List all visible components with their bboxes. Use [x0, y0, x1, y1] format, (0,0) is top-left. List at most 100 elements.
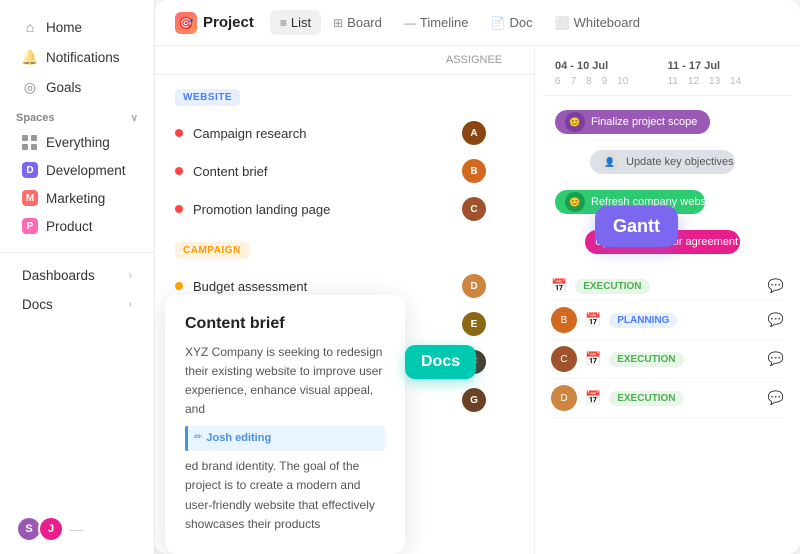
timeline-tab-icon: ― — [404, 16, 416, 30]
gantt-avatar-1: 😊 — [565, 112, 585, 132]
task-assignee: A — [434, 121, 514, 145]
doc-tab-icon: 📄 — [491, 16, 506, 30]
task-assignee: B — [434, 159, 514, 183]
tab-timeline[interactable]: ― Timeline — [394, 10, 479, 35]
assignee-avatar: G — [462, 388, 486, 412]
bottom-chevron-docs: › — [129, 299, 132, 310]
task-bullet — [175, 282, 183, 290]
week-label-2: 11 - 17 Jul — [668, 60, 781, 72]
board-tab-icon: ⊞ — [333, 16, 343, 30]
sidebar-footer: SJ — — [0, 516, 155, 542]
sidebar-bottom-dashboards[interactable]: Dashboards › — [6, 261, 148, 290]
space-label-marketing: Marketing — [46, 191, 105, 206]
sidebar-nav-label-home: Home — [46, 20, 82, 35]
spaces-chevron: ∨ — [131, 113, 138, 124]
board-tab-label: Board — [347, 15, 382, 30]
task-name: Promotion landing page — [193, 202, 434, 217]
goals-icon: ◎ — [22, 79, 38, 95]
task-assignee: E — [434, 312, 514, 336]
project-icon: 🎯 — [175, 12, 197, 34]
gantt-avatar-3: 😊 — [565, 192, 585, 212]
sidebar-footer-avatar: J — [38, 516, 64, 542]
sidebar-nav-notifications[interactable]: 🔔 Notifications — [6, 42, 148, 72]
assignee-avatar: E — [462, 312, 486, 336]
sidebar-space-product[interactable]: P Product — [6, 212, 148, 240]
tab-board[interactable]: ⊞ Board — [323, 10, 392, 35]
task-assignee: C — [434, 197, 514, 221]
gantt-detail-row-4: D 📅 EXECUTION 💬 — [551, 379, 784, 418]
col-assignee-header: ASSIGNEE — [434, 54, 514, 66]
gantt-week-1: 04 - 10 Jul 6 7 8 9 10 — [555, 60, 668, 87]
tab-list[interactable]: ≡ List — [270, 10, 321, 35]
gantt-area: 04 - 10 Jul 6 7 8 9 10 11 - 17 Jul — [535, 46, 800, 554]
docs-card-body: XYZ Company is seeking to redesign their… — [185, 343, 385, 534]
detail-icon-1: 📅 — [551, 278, 567, 294]
product-icon: P — [22, 218, 38, 234]
sidebar-space-development[interactable]: D Development — [6, 156, 148, 184]
task-bullet — [175, 167, 183, 175]
status-badge-execution-3: EXECUTION — [609, 391, 683, 406]
bottom-label-docs: Docs — [22, 297, 53, 312]
sidebar-nav-goals[interactable]: ◎ Goals — [6, 72, 148, 102]
edit-icon: ✏ — [194, 430, 202, 446]
detail-icon-4: 📅 — [585, 390, 601, 406]
gantt-detail-row-2: B 📅 PLANNING 💬 — [551, 301, 784, 340]
chat-icon-1: 💬 — [768, 278, 784, 294]
assignee-avatar: C — [462, 197, 486, 221]
gantt-avatar-2: 👤 — [600, 152, 620, 172]
timeline-tab-label: Timeline — [420, 15, 469, 30]
week-days-2: 11 12 13 14 — [668, 76, 781, 87]
topbar: 🎯 Project ≡ List ⊞ Board ― Timeline 📄 Do… — [155, 0, 800, 46]
task-row[interactable]: Promotion landing page C — [155, 190, 534, 228]
section-label-campaign: CAMPAIGN — [175, 242, 249, 259]
assignee-avatar: B — [462, 159, 486, 183]
task-bullet — [175, 129, 183, 137]
gantt-week-2: 11 - 17 Jul 11 12 13 14 — [668, 60, 781, 87]
main-area: 🎯 Project ≡ List ⊞ Board ― Timeline 📄 Do… — [155, 0, 800, 554]
task-name: Budget assessment — [193, 279, 434, 294]
gantt-bar-text-1: Finalize project scope — [591, 116, 697, 128]
gantt-header: 04 - 10 Jul 6 7 8 9 10 11 - 17 Jul — [543, 52, 792, 96]
sidebar-space-marketing[interactable]: M Marketing — [6, 184, 148, 212]
spaces-label: Spaces — [16, 112, 55, 124]
sidebar-bottom-docs[interactable]: Docs › — [6, 290, 148, 319]
task-name: Campaign research — [193, 126, 434, 141]
bottom-chevron-dashboards: › — [129, 270, 132, 281]
whiteboard-tab-icon: ⬜ — [555, 16, 570, 30]
gantt-detail-row-1: 📅 EXECUTION 💬 — [551, 272, 784, 301]
gantt-detail-row-3: C 📅 EXECUTION 💬 — [551, 340, 784, 379]
docs-floating-badge: Docs — [405, 345, 476, 379]
chat-icon-4: 💬 — [768, 390, 784, 406]
gantt-detail-section: 📅 EXECUTION 💬 B 📅 PLANNING 💬 C � — [543, 272, 792, 418]
gantt-bar-text-2: Update key objectives — [626, 156, 734, 168]
sidebar-space-everything[interactable]: Everything — [6, 128, 148, 156]
tab-whiteboard[interactable]: ⬜ Whiteboard — [545, 10, 650, 35]
footer-separator: — — [70, 522, 83, 537]
task-bullet — [175, 205, 183, 213]
chat-icon-2: 💬 — [768, 312, 784, 328]
detail-icon-3: 📅 — [585, 351, 601, 367]
detail-avatar-3: C — [551, 346, 577, 372]
task-row[interactable]: Campaign research A — [155, 114, 534, 152]
topbar-tabs: ≡ List ⊞ Board ― Timeline 📄 Doc ⬜ Whiteb… — [270, 10, 650, 35]
bottom-label-dashboards: Dashboards — [22, 268, 95, 283]
gantt-bar-inner-2: 👤 Update key objectives — [600, 152, 734, 172]
detail-avatar-2: B — [551, 307, 577, 333]
task-row[interactable]: Content brief B — [155, 152, 534, 190]
space-label-development: Development — [46, 163, 126, 178]
sidebar-nav-label-goals: Goals — [46, 80, 81, 95]
gantt-row-2: 👤 Update key objectives — [555, 144, 780, 180]
task-assignee: D — [434, 274, 514, 298]
docs-card: Content brief XYZ Company is seeking to … — [165, 295, 405, 554]
detail-avatar-4: D — [551, 385, 577, 411]
tab-doc[interactable]: 📄 Doc — [481, 10, 543, 35]
doc-tab-label: Doc — [509, 15, 532, 30]
everything-icon — [22, 134, 38, 150]
task-assignee: G — [434, 388, 514, 412]
marketing-icon: M — [22, 190, 38, 206]
space-label-product: Product — [46, 219, 93, 234]
status-badge-execution-1: EXECUTION — [575, 279, 649, 294]
development-icon: D — [22, 162, 38, 178]
detail-icon-2: 📅 — [585, 312, 601, 328]
sidebar-nav-home[interactable]: ⌂ Home — [6, 12, 148, 42]
